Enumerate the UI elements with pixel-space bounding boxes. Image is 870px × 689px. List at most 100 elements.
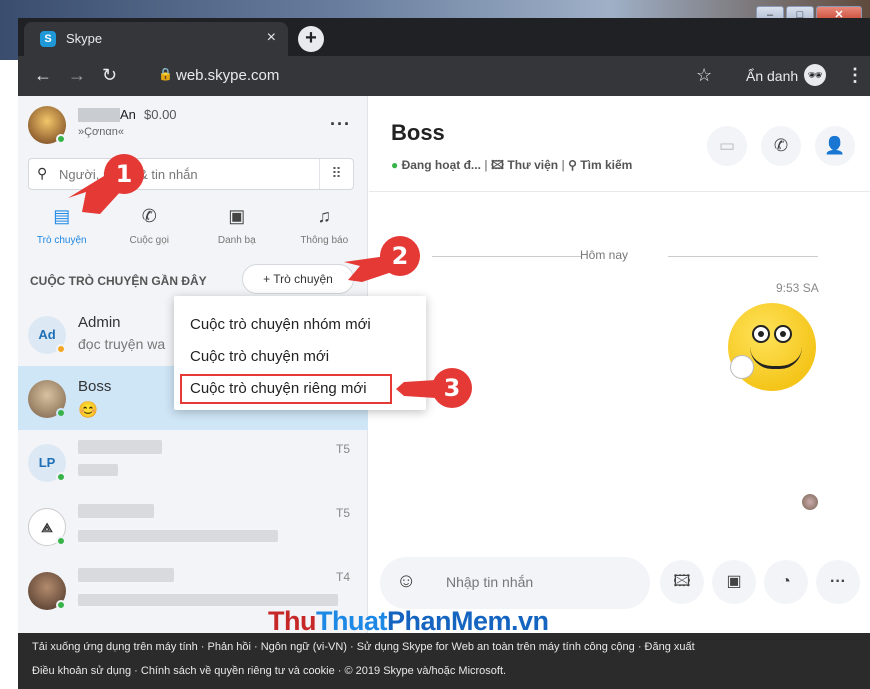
blurred-preview bbox=[78, 464, 118, 476]
chat-status: Đang hoạt đ... bbox=[401, 158, 481, 172]
recent-title[interactable]: CUỘC TRÒ CHUYỆN GẦN ĐÂY bbox=[30, 274, 207, 288]
back-arrow-icon[interactable]: ← bbox=[34, 65, 52, 86]
online-status-dot bbox=[56, 472, 66, 482]
step-badge-3: 3 bbox=[432, 368, 472, 408]
message-composer[interactable]: ☺ Nhập tin nhắn bbox=[380, 557, 650, 609]
conversation-time: T5 bbox=[335, 506, 350, 520]
conversation-name: Boss bbox=[78, 378, 112, 395]
new-chat-button[interactable]: + Trò chuyện bbox=[242, 264, 354, 294]
conversation-time: T4 bbox=[335, 570, 350, 584]
watermark-logo: ThuThuatPhanMem.vn bbox=[268, 606, 549, 637]
more-options-icon[interactable]: ··· bbox=[330, 114, 351, 135]
footer-legal[interactable]: Điều khoản sử dụng · Chính sách về quyền… bbox=[32, 665, 506, 677]
menu-item-new-chat[interactable]: Cuộc trò chuyện mới bbox=[190, 348, 329, 365]
divider bbox=[668, 256, 818, 257]
new-chat-dropdown: Cuộc trò chuyện nhóm mới Cuộc trò chuyện… bbox=[174, 296, 426, 410]
forward-arrow-icon[interactable]: → bbox=[68, 65, 86, 86]
watermark-part: Thuat bbox=[315, 606, 388, 636]
blurred-preview bbox=[78, 530, 278, 542]
tab-chats[interactable]: ▤ Trò chuyện bbox=[18, 202, 106, 252]
tab-title: Skype bbox=[66, 31, 103, 46]
find-link[interactable]: Tìm kiếm bbox=[580, 158, 632, 172]
chat-icon: ▤ bbox=[53, 206, 71, 226]
tab-label: Danh bạ bbox=[217, 235, 256, 246]
bookmark-star-icon[interactable]: ☆ bbox=[696, 65, 712, 86]
highlight-box bbox=[180, 374, 392, 404]
poll-icon[interactable]: ◔ bbox=[764, 560, 808, 604]
online-status-dot bbox=[56, 536, 66, 546]
new-tab-button[interactable]: + bbox=[298, 26, 324, 52]
skype-favicon-icon: S bbox=[40, 31, 56, 47]
conversation-name: Admin bbox=[78, 314, 121, 331]
away-status-dot bbox=[56, 344, 66, 354]
contact-card-icon[interactable]: ▣ bbox=[712, 560, 756, 604]
online-status-dot bbox=[56, 134, 66, 144]
step-badge-2: 2 bbox=[380, 236, 420, 276]
blurred-preview bbox=[78, 594, 338, 606]
blurred-name bbox=[78, 440, 162, 454]
watermark-part: PhanMem.vn bbox=[386, 606, 549, 636]
video-call-button[interactable]: ▭ bbox=[707, 126, 747, 166]
skype-credit[interactable]: $0.00 bbox=[144, 107, 177, 122]
blurred-name bbox=[78, 108, 120, 122]
search-icon: ⚲ bbox=[37, 165, 48, 181]
read-receipt-avatar bbox=[802, 494, 818, 510]
address-bar[interactable]: 🔒 web.skype.com ☆ Ẩn danh 🕶 ⋮ bbox=[158, 62, 864, 90]
phone-icon: ✆ bbox=[141, 206, 157, 226]
audio-call-button[interactable]: ✆ bbox=[761, 126, 801, 166]
emoji-picker-icon[interactable]: ☺ bbox=[396, 570, 416, 593]
bell-icon: ♫ bbox=[317, 206, 332, 226]
tab-label: Cuộc gọi bbox=[129, 235, 169, 246]
tab-label: Trò chuyện bbox=[36, 235, 87, 246]
chat-subtitle: ● Đang hoạt đ... | 🖾 Thư viện | ⚲ Tìm ki… bbox=[391, 158, 633, 172]
url-text: web.skype.com bbox=[176, 67, 280, 84]
dialpad-icon[interactable]: ⠿ bbox=[319, 159, 353, 189]
more-actions-icon[interactable]: ··· bbox=[816, 560, 860, 604]
footer-links[interactable]: Tải xuống ứng dụng trên máy tính · Phản … bbox=[32, 641, 695, 653]
media-gallery-icon[interactable]: 🖾 bbox=[660, 560, 704, 604]
blurred-name bbox=[78, 504, 154, 518]
chat-title[interactable]: Boss bbox=[391, 120, 445, 146]
gallery-icon: 🖾 bbox=[490, 158, 505, 172]
conversation-item[interactable]: ⟁ T5 bbox=[18, 494, 368, 558]
smile-emoji-icon bbox=[725, 303, 816, 391]
find-icon: ⚲ bbox=[568, 158, 577, 172]
profile-name: An bbox=[120, 107, 136, 122]
lock-icon: 🔒 bbox=[158, 67, 173, 81]
conversation-item[interactable]: LP T5 bbox=[18, 430, 368, 494]
tab-close-icon[interactable]: × bbox=[267, 29, 276, 47]
conversation-preview: đọc truyện wa bbox=[78, 336, 166, 352]
search-box[interactable]: ⚲ Người, nhóm & tin nhắn ⠿ bbox=[28, 158, 354, 190]
browser-tab[interactable]: S Skype × bbox=[24, 22, 288, 56]
browser-toolbar: ← → ↻ 🔒 web.skype.com ☆ Ẩn danh 🕶 ⋮ bbox=[18, 56, 870, 96]
emoji-preview-icon: 😊 bbox=[78, 402, 98, 419]
emoji-eye bbox=[752, 325, 770, 343]
menu-item-new-group-chat[interactable]: Cuộc trò chuyện nhóm mới bbox=[190, 316, 371, 333]
contacts-icon: ▣ bbox=[228, 206, 246, 226]
divider bbox=[432, 256, 582, 257]
watermark-part: Thu bbox=[268, 606, 316, 636]
message-time: 9:53 SA bbox=[776, 281, 819, 295]
nav-tabs: ▤ Trò chuyện ✆ Cuộc gọi ▣ Danh bạ ♫ Thôn… bbox=[18, 202, 368, 252]
browser-menu-icon[interactable]: ⋮ bbox=[846, 65, 864, 86]
tab-calls[interactable]: ✆ Cuộc gọi bbox=[106, 202, 194, 252]
chat-header: Boss ● Đang hoạt đ... | 🖾 Thư viện | ⚲ T… bbox=[369, 96, 870, 192]
composer-placeholder: Nhập tin nhắn bbox=[446, 574, 534, 590]
footer: Tải xuống ứng dụng trên máy tính · Phản … bbox=[18, 633, 870, 689]
add-people-button[interactable]: 👤 bbox=[815, 126, 855, 166]
online-status-dot bbox=[56, 600, 66, 610]
tab-contacts[interactable]: ▣ Danh bạ bbox=[193, 202, 281, 252]
profile-mood: »Çơnαn« bbox=[78, 126, 124, 138]
incognito-icon[interactable]: 🕶 bbox=[804, 64, 826, 86]
step-badge-1: 1 bbox=[104, 154, 144, 194]
tab-notifications[interactable]: ♫ Thông báo bbox=[281, 202, 369, 252]
online-dot-icon: ● bbox=[391, 158, 399, 172]
conversation-time: T5 bbox=[335, 442, 350, 456]
online-status-dot bbox=[56, 408, 66, 418]
emoji-mouth bbox=[750, 347, 802, 369]
gallery-link[interactable]: Thư viện bbox=[507, 158, 558, 172]
blurred-name bbox=[78, 568, 174, 582]
reload-icon[interactable]: ↻ bbox=[102, 65, 117, 86]
emoji-eye bbox=[774, 325, 792, 343]
tab-label: Thông báo bbox=[300, 235, 349, 246]
